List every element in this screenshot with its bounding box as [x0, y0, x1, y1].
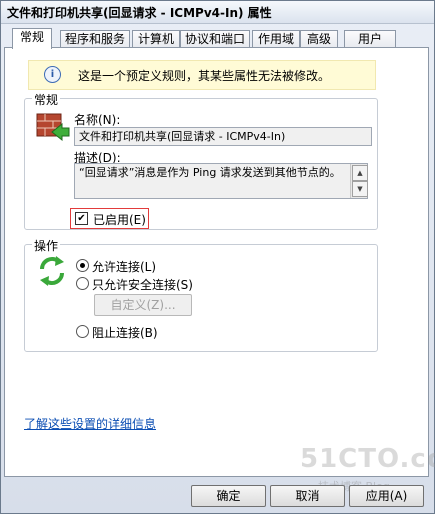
- action-group-label: 操作: [32, 237, 61, 254]
- description-scrollbar[interactable]: ▲ ▼: [350, 164, 368, 198]
- allow-secure-label[interactable]: 只允许安全连接(S): [92, 276, 193, 293]
- name-field[interactable]: 文件和打印机共享(回显请求 - ICMPv4-In): [74, 127, 372, 146]
- tab-advanced[interactable]: 高级: [300, 30, 338, 48]
- title-bar[interactable]: 文件和打印机共享(回显请求 - ICMPv4-In) 属性: [1, 1, 434, 24]
- info-message: 这是一个预定义规则，其某些属性无法被修改。: [78, 69, 331, 83]
- customize-button[interactable]: 自定义(Z)...: [94, 294, 192, 316]
- apply-button[interactable]: 应用(A): [349, 485, 424, 507]
- window-title: 文件和打印机共享(回显请求 - ICMPv4-In) 属性: [7, 6, 272, 20]
- block-label[interactable]: 阻止连接(B): [92, 324, 158, 341]
- cancel-button[interactable]: 取消: [270, 485, 345, 507]
- tab-scope[interactable]: 作用域: [252, 30, 300, 48]
- enabled-label[interactable]: 已启用(E): [93, 211, 146, 228]
- enabled-checkbox[interactable]: ✔: [75, 212, 88, 225]
- tab-computers[interactable]: 计算机: [132, 30, 180, 48]
- scroll-down-icon[interactable]: ▼: [352, 181, 368, 197]
- general-group-label: 常规: [32, 91, 61, 108]
- allow-radio[interactable]: [76, 259, 89, 272]
- recycle-arrows-icon: [40, 256, 64, 286]
- description-text: “回显请求”消息是作为 Ping 请求发送到其他节点的。: [79, 166, 341, 179]
- firewall-rule-icon: [36, 113, 70, 142]
- description-field[interactable]: “回显请求”消息是作为 Ping 请求发送到其他节点的。 ▲ ▼: [74, 163, 368, 199]
- name-label: 名称(N):: [74, 113, 121, 127]
- tab-programs-services[interactable]: 程序和服务: [60, 30, 130, 48]
- learn-more-link[interactable]: 了解这些设置的详细信息: [24, 415, 156, 432]
- tab-protocols-ports[interactable]: 协议和端口: [180, 30, 250, 48]
- ok-button[interactable]: 确定: [191, 485, 266, 507]
- block-radio[interactable]: [76, 325, 89, 338]
- enabled-highlight: ✔ 已启用(E): [70, 208, 149, 229]
- allow-label[interactable]: 允许连接(L): [92, 258, 156, 275]
- scroll-up-icon[interactable]: ▲: [352, 165, 368, 181]
- tab-users[interactable]: 用户: [344, 30, 396, 48]
- allow-secure-radio[interactable]: [76, 277, 89, 290]
- info-icon: i: [44, 66, 61, 83]
- watermark-main: 51CTO.com: [300, 444, 435, 474]
- name-field-value: 文件和打印机共享(回显请求 - ICMPv4-In): [79, 130, 286, 143]
- tab-general[interactable]: 常规: [12, 28, 52, 49]
